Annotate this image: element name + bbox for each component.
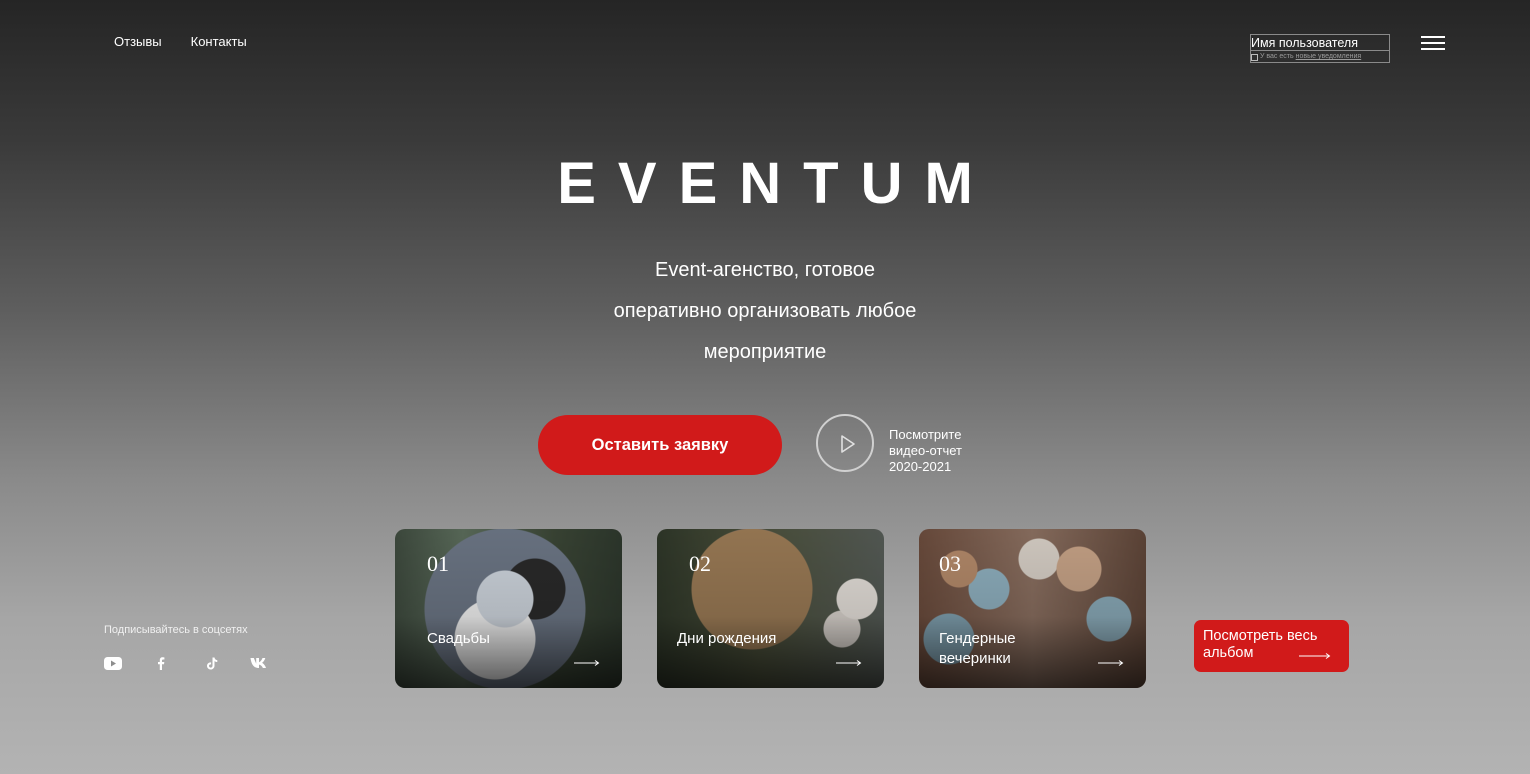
card-label: Дни рождения (677, 630, 777, 647)
tiktok-icon[interactable] (206, 655, 218, 671)
card-number: 02 (689, 551, 711, 576)
card-birthdays[interactable]: 02 Дни рождения (657, 529, 884, 688)
hamburger-icon[interactable] (1421, 36, 1445, 50)
view-album-button[interactable]: Посмотреть весь альбом (1194, 620, 1349, 672)
video-label-line: 2020-2021 (889, 459, 952, 474)
submit-request-button[interactable]: Оставить заявку (538, 415, 782, 475)
card-label-line: вечеринки (939, 650, 1011, 667)
tagline-line: оперативно организовать любое (613, 300, 917, 322)
tagline-line: мероприятие (703, 341, 827, 363)
card-label-line: Гендерные (939, 630, 1016, 647)
vk-icon[interactable] (250, 655, 270, 671)
card-label: Свадьбы (427, 630, 490, 647)
card-number: 01 (427, 551, 449, 576)
video-report-label[interactable]: Посмотрите видео-отчет 2020-2021 (889, 427, 999, 475)
brand-logo: EVENTUM (557, 151, 995, 216)
arrow-right-icon (574, 660, 600, 666)
play-icon (841, 435, 855, 453)
notification-icon (1251, 53, 1258, 61)
card-gender-parties[interactable]: 03 Гендерные вечеринки (919, 529, 1146, 688)
user-name: Имя пользователя (1251, 35, 1389, 51)
youtube-icon[interactable] (104, 655, 122, 671)
facebook-icon[interactable] (157, 655, 165, 671)
video-label-line: видео-отчет (889, 443, 962, 458)
card-number: 03 (939, 551, 961, 576)
album-label-line: Посмотреть весь (1203, 628, 1318, 644)
nav-link-contacts[interactable]: Контакты (191, 34, 247, 49)
tagline-line: Event-агенство, готовое (655, 259, 875, 281)
nav-link-reviews[interactable]: Отзывы (114, 34, 162, 49)
arrow-right-icon (1299, 653, 1331, 659)
card-weddings[interactable]: 01 Свадьбы (395, 529, 622, 688)
social-title: Подписывайтесь в соцсетях (104, 624, 248, 636)
hero-tagline: Event-агенство, готовое оперативно орган… (565, 250, 965, 373)
card-label: Гендерные вечеринки (939, 629, 1016, 669)
video-label-line: Посмотрите (889, 427, 962, 442)
arrow-right-icon (1098, 660, 1124, 666)
arrow-right-icon (836, 660, 862, 666)
top-nav: Отзывы Контакты (114, 34, 247, 49)
notification-text: У вас есть (1260, 53, 1294, 60)
play-video-button[interactable] (816, 414, 874, 472)
notification-line: У вас есть новые уведомления (1251, 51, 1389, 63)
user-widget[interactable]: Имя пользователя У вас есть новые уведом… (1250, 34, 1390, 63)
notifications-link[interactable]: новые уведомления (1296, 51, 1362, 63)
